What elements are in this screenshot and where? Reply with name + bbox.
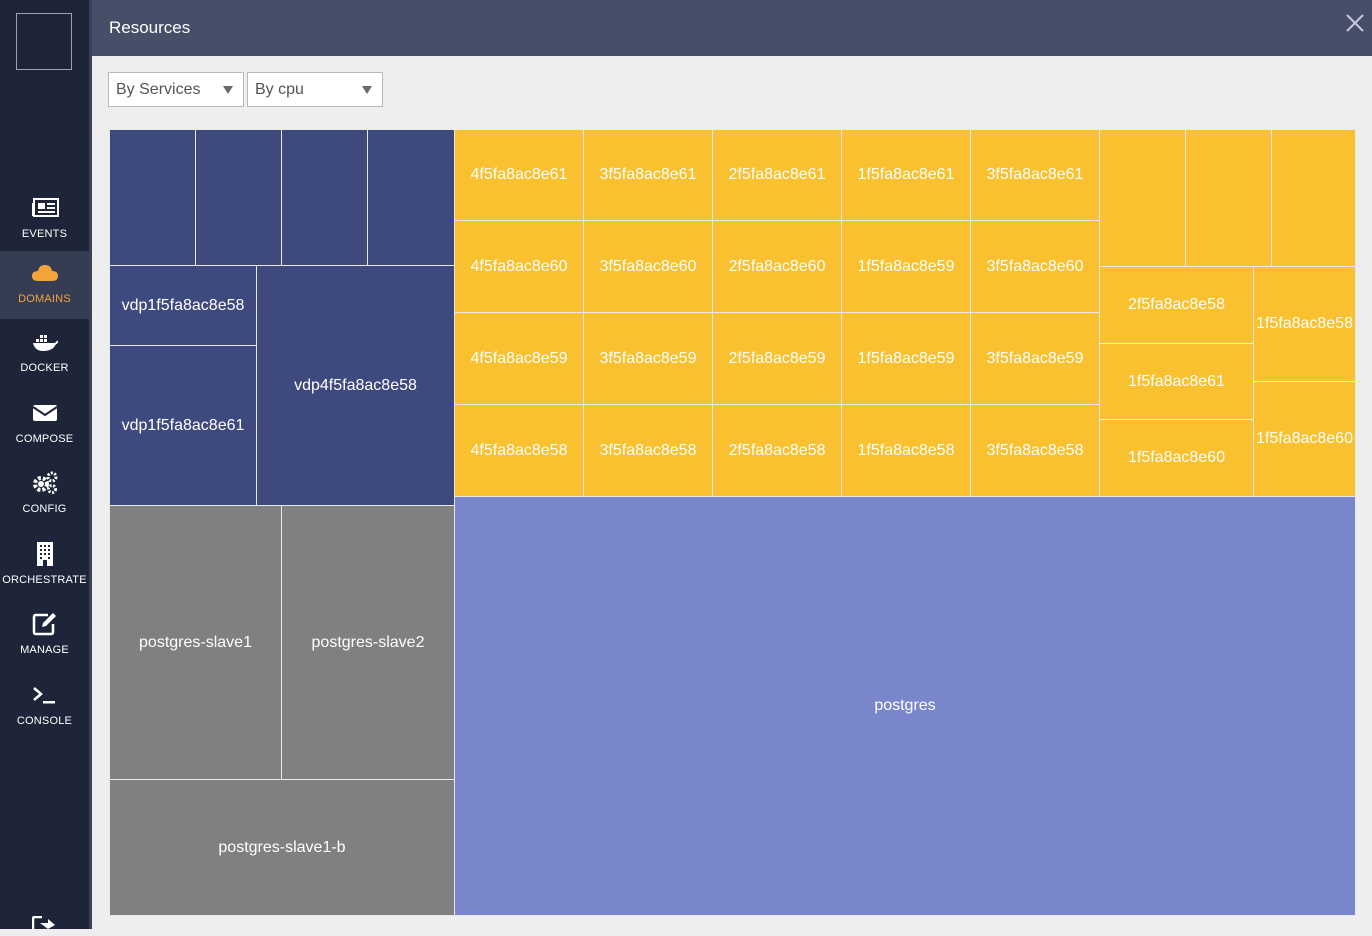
nav-label: ORCHESTRATE xyxy=(2,574,87,586)
group-by-select[interactable]: By Services xyxy=(108,72,244,107)
treemap-cell[interactable]: 2f5fa8ac8e61 xyxy=(712,129,842,221)
chevron-down-icon xyxy=(223,86,233,94)
treemap-cell[interactable]: 3f5fa8ac8e60 xyxy=(583,220,713,313)
treemap-cell[interactable]: 2f5fa8ac8e60 xyxy=(712,220,842,313)
nav-item-config[interactable]: CONFIG xyxy=(0,461,89,529)
sidebar-divider xyxy=(89,0,92,929)
treemap-cell[interactable]: 1f5fa8ac8e60 xyxy=(1099,419,1254,497)
treemap-cell[interactable]: vdp4f5fa8ac8e58 xyxy=(256,265,455,506)
treemap-cell[interactable]: 2f5fa8ac8e59 xyxy=(712,312,842,405)
treemap-cell[interactable] xyxy=(367,129,455,266)
treemap-cell[interactable]: 1f5fa8ac8e61 xyxy=(841,129,971,221)
treemap-cell[interactable] xyxy=(109,129,196,266)
treemap-cell[interactable]: 3f5fa8ac8e59 xyxy=(583,312,713,405)
treemap-cell[interactable]: vdp1f5fa8ac8e61 xyxy=(109,345,257,506)
docker-whale-icon xyxy=(0,330,89,354)
logout-icon[interactable] xyxy=(31,915,56,936)
treemap-cell[interactable]: 3f5fa8ac8e61 xyxy=(970,129,1100,221)
treemap-cell[interactable]: 1f5fa8ac8e58 xyxy=(1253,266,1356,382)
nav-item-console[interactable]: CONSOLE xyxy=(0,673,89,741)
treemap-cell[interactable]: postgres-slave2 xyxy=(281,505,455,780)
treemap-cell[interactable] xyxy=(1271,129,1356,267)
treemap-cell[interactable]: 3f5fa8ac8e60 xyxy=(970,220,1100,313)
newspaper-icon xyxy=(0,196,89,220)
treemap-cell[interactable] xyxy=(281,129,368,266)
treemap-cell[interactable] xyxy=(195,129,282,266)
treemap-cell[interactable]: 3f5fa8ac8e59 xyxy=(970,312,1100,405)
nav-label: CONSOLE xyxy=(16,715,73,727)
nav-item-docker[interactable]: DOCKER xyxy=(0,320,89,388)
cloud-icon xyxy=(0,261,89,285)
treemap-cell[interactable]: 4f5fa8ac8e59 xyxy=(454,312,584,405)
chevron-down-icon xyxy=(362,86,372,94)
treemap-cell[interactable]: 1f5fa8ac8e59 xyxy=(841,312,971,405)
sidebar: EVENTS DOMAINS DOCKER COMPOSE CONFIG ORC… xyxy=(0,0,89,929)
group-by-value: By Services xyxy=(116,81,201,98)
treemap-cell[interactable] xyxy=(1099,129,1186,267)
treemap-cell[interactable]: 1f5fa8ac8e60 xyxy=(1253,381,1356,497)
edit-icon xyxy=(0,612,89,636)
nav-item-domains[interactable]: DOMAINS xyxy=(0,251,89,319)
nav-label: EVENTS xyxy=(21,228,68,240)
treemap-cell[interactable]: 4f5fa8ac8e61 xyxy=(454,129,584,221)
nav-item-manage[interactable]: MANAGE xyxy=(0,602,89,670)
nav-label: MANAGE xyxy=(20,644,69,656)
treemap-cell[interactable]: 2f5fa8ac8e58 xyxy=(712,404,842,497)
treemap-cell[interactable]: postgres xyxy=(454,496,1356,916)
treemap-cell[interactable]: 1f5fa8ac8e61 xyxy=(1099,343,1254,420)
treemap-cell[interactable]: 1f5fa8ac8e58 xyxy=(841,404,971,497)
treemap-cell[interactable]: 3f5fa8ac8e58 xyxy=(583,404,713,497)
nav-item-orchestrate[interactable]: ORCHESTRATE xyxy=(0,532,89,600)
resources-header: Resources xyxy=(92,0,1372,56)
treemap-cell[interactable]: 4f5fa8ac8e58 xyxy=(454,404,584,497)
treemap-cell[interactable]: 3f5fa8ac8e58 xyxy=(970,404,1100,497)
treemap-cell[interactable]: postgres-slave1 xyxy=(109,505,282,780)
metric-value: By cpu xyxy=(255,81,304,98)
resource-treemap: vdp1f5fa8ac8e58 vdp1f5fa8ac8e61 vdp4f5fa… xyxy=(109,129,1356,916)
envelope-icon xyxy=(0,401,89,425)
nav-label: DOMAINS xyxy=(18,293,71,305)
terminal-icon xyxy=(0,683,89,707)
treemap-cell[interactable]: vdp1f5fa8ac8e58 xyxy=(109,265,257,346)
page-title: Resources xyxy=(109,18,191,37)
nav-label: DOCKER xyxy=(20,362,69,374)
treemap-cell[interactable]: 3f5fa8ac8e61 xyxy=(583,129,713,221)
building-icon xyxy=(0,542,89,566)
nav-item-events[interactable]: EVENTS xyxy=(0,186,89,254)
treemap-cell[interactable]: 1f5fa8ac8e59 xyxy=(841,220,971,313)
close-button[interactable] xyxy=(1344,12,1366,34)
close-icon xyxy=(1346,14,1364,32)
treemap-cell[interactable]: 2f5fa8ac8e58 xyxy=(1099,266,1254,344)
nav-item-compose[interactable]: COMPOSE xyxy=(0,391,89,459)
gears-icon xyxy=(0,471,89,495)
treemap-cell[interactable] xyxy=(1185,129,1272,267)
logo[interactable] xyxy=(16,13,72,70)
treemap-cell[interactable]: postgres-slave1-b xyxy=(109,779,455,916)
treemap-cell[interactable]: 4f5fa8ac8e60 xyxy=(454,220,584,313)
nav-label: COMPOSE xyxy=(15,433,74,445)
nav-label: CONFIG xyxy=(22,503,67,515)
metric-select[interactable]: By cpu xyxy=(247,72,383,107)
